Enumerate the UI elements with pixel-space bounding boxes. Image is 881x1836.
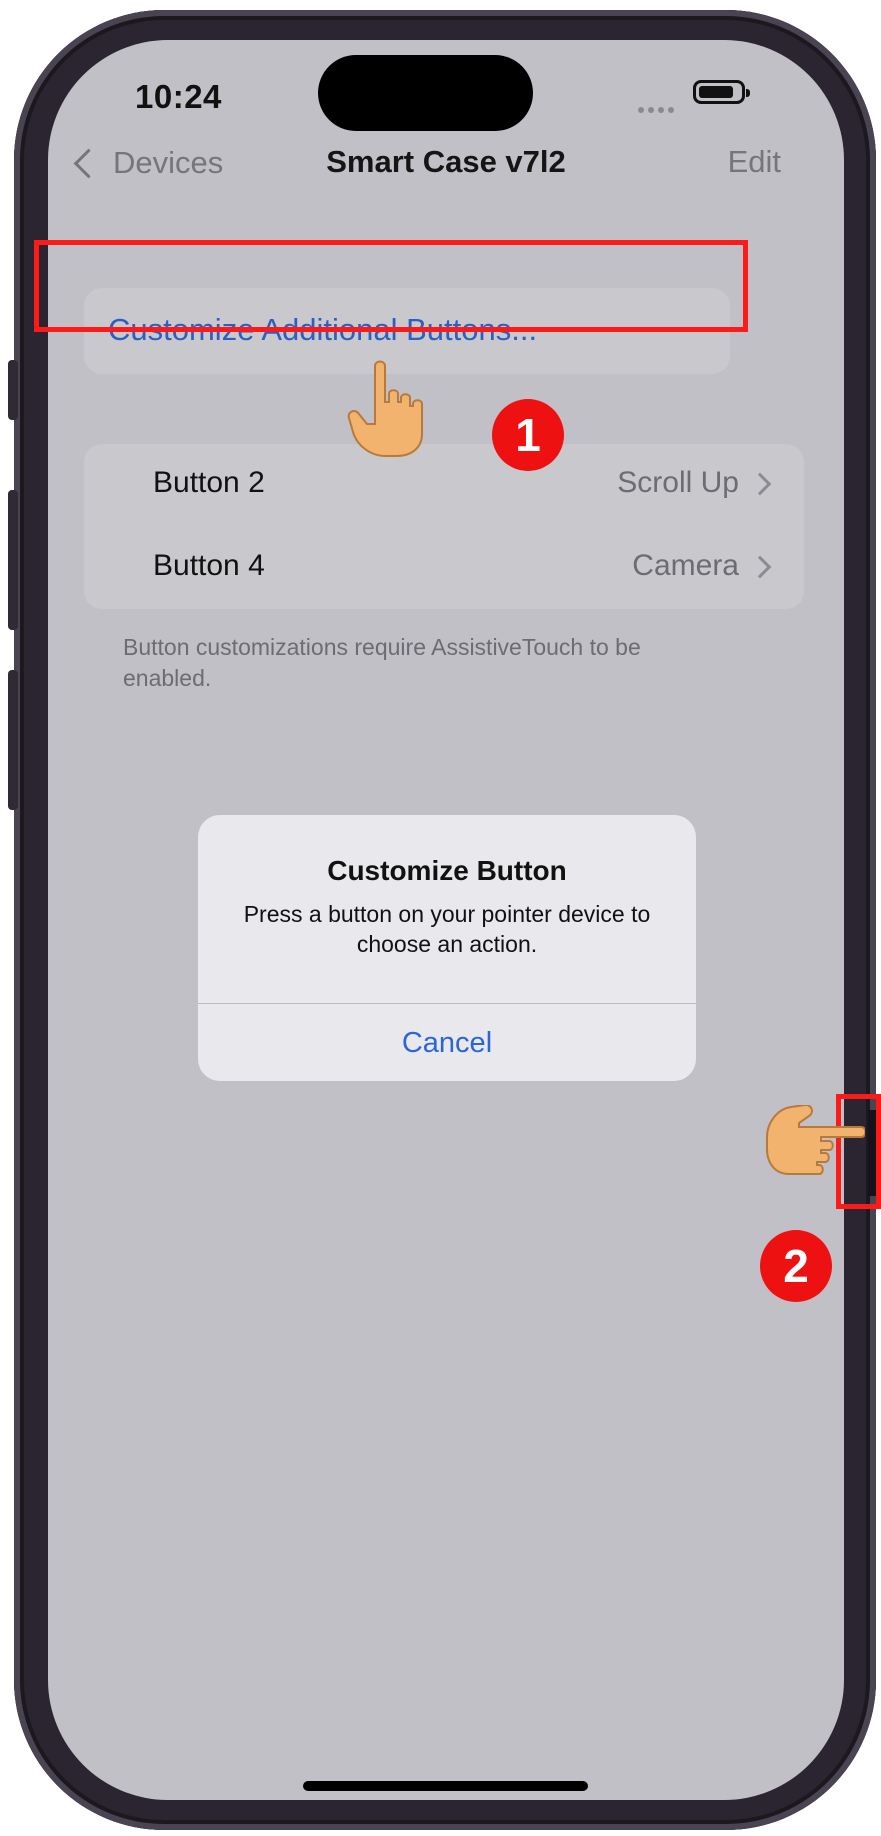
chevron-right-icon	[748, 472, 772, 496]
alert-message: Press a button on your pointer device to…	[243, 901, 651, 957]
list-item-value: Scroll Up	[617, 466, 739, 499]
button-list: Button 2 Scroll Up Button 4 Camera	[84, 444, 804, 609]
pointing-hand-icon	[347, 360, 423, 457]
signal-dots-icon	[638, 100, 680, 113]
step-badge-1: 1	[492, 399, 564, 471]
footnote: Button customizations require AssistiveT…	[123, 634, 641, 691]
battery-icon	[693, 80, 750, 104]
list-item-label: Button 2	[153, 466, 265, 499]
list-item-value: Camera	[632, 549, 739, 582]
list-item-button-4[interactable]: Button 4 Camera	[84, 527, 804, 609]
status-time: 10:24	[135, 78, 222, 115]
list-item-label: Button 4	[153, 549, 265, 582]
side-button-volume-up	[8, 490, 18, 630]
list-item-button-2[interactable]: Button 2 Scroll Up	[84, 444, 804, 526]
home-indicator[interactable]	[303, 1781, 588, 1791]
page-title: Smart Case v7l2	[326, 144, 566, 179]
dynamic-island	[318, 55, 533, 131]
edit-button[interactable]: Edit	[728, 144, 781, 180]
alert-title: Customize Button	[327, 855, 567, 886]
side-button-silent	[8, 360, 18, 420]
customize-button-alert: Customize Button Press a button on your …	[198, 815, 696, 1081]
chevron-right-icon	[748, 555, 772, 579]
side-button-volume-down	[8, 670, 18, 810]
alert-divider	[198, 1003, 696, 1004]
cancel-button[interactable]: Cancel	[198, 1027, 696, 1060]
highlight-box-step-1	[34, 240, 748, 332]
pointing-hand-icon	[766, 1105, 865, 1175]
step-badge-2: 2	[760, 1230, 832, 1302]
